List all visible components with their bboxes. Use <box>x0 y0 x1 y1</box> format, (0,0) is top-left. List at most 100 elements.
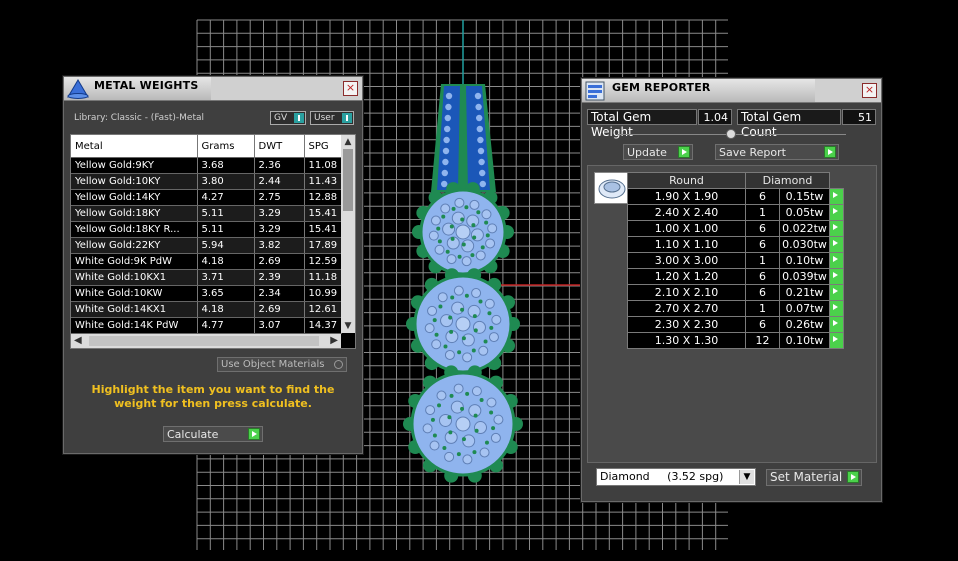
gem-select-button[interactable] <box>829 220 844 237</box>
gem-row[interactable]: 1.20 X 1.20 6 0.039tw <box>627 268 844 285</box>
gem-cell: 0.21tw <box>779 284 830 301</box>
scroll-left-icon[interactable]: ◀ <box>74 334 82 348</box>
scroll-right-icon[interactable]: ▶ <box>330 334 338 348</box>
stone <box>490 432 501 443</box>
table-cell: White Gold:10KX1 <box>71 269 198 286</box>
stone <box>434 244 445 255</box>
gem-row[interactable]: 2.40 X 2.40 1 0.05tw <box>627 204 844 221</box>
prong <box>448 430 453 435</box>
table-cell: 11.08 <box>304 157 343 174</box>
prong <box>464 293 469 298</box>
gem-row[interactable]: 1.90 X 1.90 6 0.15tw <box>627 188 844 205</box>
gem-row[interactable]: 1.00 X 1.00 6 0.022tw <box>627 220 844 237</box>
prong <box>437 403 442 408</box>
prong <box>487 311 492 316</box>
table-row[interactable]: White Gold:14KX1 4.18 2.69 12.61 <box>71 301 343 318</box>
vscroll-thumb[interactable] <box>343 149 353 211</box>
splitter-knob-icon[interactable] <box>726 129 736 139</box>
metal-weights-close-button[interactable]: × <box>343 81 358 96</box>
table-cell: 2.36 <box>254 157 305 174</box>
prong <box>445 249 450 254</box>
metal-col-header[interactable]: Grams <box>197 135 255 158</box>
gem-select-button[interactable] <box>829 316 844 333</box>
stone <box>471 386 482 397</box>
stone <box>486 397 497 408</box>
metal-col-header[interactable]: SPG <box>304 135 343 158</box>
material-select[interactable]: Diamond (3.52 spg) ▼ <box>596 468 756 486</box>
gem-cell: 6 <box>745 268 780 285</box>
gem-cell: 1.10 X 1.10 <box>627 236 746 253</box>
table-cell: 2.34 <box>254 285 305 302</box>
metal-col-header[interactable]: Metal <box>71 135 198 158</box>
table-cell: 3.07 <box>254 317 305 334</box>
gem-row[interactable]: 2.30 X 2.30 6 0.26tw <box>627 316 844 333</box>
prong <box>472 235 477 240</box>
gem-header-round: Round <box>627 172 746 189</box>
chevron-down-icon[interactable]: ▼ <box>739 470 754 484</box>
metal-weights-titlebar[interactable]: METAL WEIGHTS <box>64 77 211 101</box>
gem-select-button[interactable] <box>829 188 844 205</box>
gem-table: Round Diamond 1.90 X 1.90 6 0.15tw 2.40 X 2… <box>627 172 844 349</box>
table-row[interactable]: White Gold:10KX1 3.71 2.39 11.18 <box>71 269 343 286</box>
user-toggle[interactable]: User <box>310 111 354 125</box>
gem-select-button[interactable] <box>829 300 844 317</box>
table-row[interactable]: White Gold:10KW 3.65 2.34 10.99 <box>71 285 343 302</box>
prong <box>437 239 442 244</box>
gem-select-button[interactable] <box>829 268 844 285</box>
update-button[interactable]: Update <box>623 144 693 160</box>
gem-cell: 0.05tw <box>779 204 830 221</box>
bail-gem <box>445 92 453 100</box>
metal-table-vscroll[interactable]: ▲ ▼ <box>341 135 355 333</box>
gem-select-button[interactable] <box>829 236 844 253</box>
table-row[interactable]: Yellow Gold:22KY 5.94 3.82 17.89 <box>71 237 343 254</box>
gem-row[interactable]: 3.00 X 3.00 1 0.10tw <box>627 252 844 269</box>
gem-select-button[interactable] <box>829 252 844 269</box>
gem-select-button[interactable] <box>829 284 844 301</box>
gem-cell: 2.30 X 2.30 <box>627 316 746 333</box>
table-row[interactable]: Yellow Gold:18KY R... 5.11 3.29 15.41 <box>71 221 343 238</box>
table-row[interactable]: Yellow Gold:14KY 4.27 2.75 12.88 <box>71 189 343 206</box>
gem-row[interactable]: 2.10 X 2.10 6 0.21tw <box>627 284 844 301</box>
table-row[interactable]: White Gold:9K PdW 4.18 2.69 12.59 <box>71 253 343 270</box>
round-diamond-icon <box>598 179 626 199</box>
metal-table-hscroll[interactable]: ◀ ▶ <box>71 334 341 348</box>
stone <box>487 223 498 234</box>
prong <box>434 332 439 337</box>
gem-row[interactable]: 1.10 X 1.10 6 0.030tw <box>627 236 844 253</box>
hscroll-thumb[interactable] <box>89 336 319 346</box>
gem-select-button[interactable] <box>829 332 844 349</box>
save-report-button[interactable]: Save Report <box>715 144 839 160</box>
set-material-button[interactable]: Set Material <box>766 469 862 486</box>
instruction-text: Highlight the item you want to find the … <box>91 383 335 410</box>
diamond-shape-thumbnail[interactable] <box>594 172 630 204</box>
use-object-materials-label: Use Object Materials <box>221 359 325 370</box>
table-cell: 12.88 <box>304 189 343 206</box>
gv-toggle[interactable]: GV <box>270 111 306 125</box>
scroll-down-icon[interactable]: ▼ <box>341 319 355 333</box>
metal-weights-app-icon <box>67 79 89 99</box>
table-row[interactable]: Yellow Gold:9KY 3.68 2.36 11.08 <box>71 157 343 174</box>
calculate-button[interactable]: Calculate <box>163 426 263 442</box>
metal-col-header[interactable]: DWT <box>254 135 305 158</box>
gem-row[interactable]: 1.30 X 1.30 12 0.10tw <box>627 332 844 349</box>
gem-cell: 0.07tw <box>779 300 830 317</box>
bail-gem <box>442 158 449 166</box>
prong <box>485 233 490 238</box>
use-object-materials-toggle[interactable]: Use Object Materials <box>217 357 347 372</box>
table-cell: 3.65 <box>197 285 255 302</box>
table-cell: 2.69 <box>254 253 305 270</box>
prong <box>442 445 447 450</box>
table-cell: Yellow Gold:9KY <box>71 157 198 174</box>
gem-row[interactable]: 2.70 X 2.70 1 0.07tw <box>627 300 844 317</box>
stone <box>461 256 472 267</box>
scroll-up-icon[interactable]: ▲ <box>341 135 355 149</box>
gem-select-button[interactable] <box>829 204 844 221</box>
gem-reporter-titlebar[interactable]: GEM REPORTER <box>582 79 815 103</box>
table-cell: 12.59 <box>304 253 343 270</box>
gem-reporter-close-button[interactable]: × <box>862 83 877 98</box>
table-row[interactable]: White Gold:14K PdW 4.77 3.07 14.37 <box>71 317 343 334</box>
update-label: Update <box>627 146 667 159</box>
go-arrow-icon <box>847 471 859 483</box>
table-row[interactable]: Yellow Gold:10KY 3.80 2.44 11.43 <box>71 173 343 190</box>
table-row[interactable]: Yellow Gold:18KY 5.11 3.29 15.41 <box>71 205 343 222</box>
